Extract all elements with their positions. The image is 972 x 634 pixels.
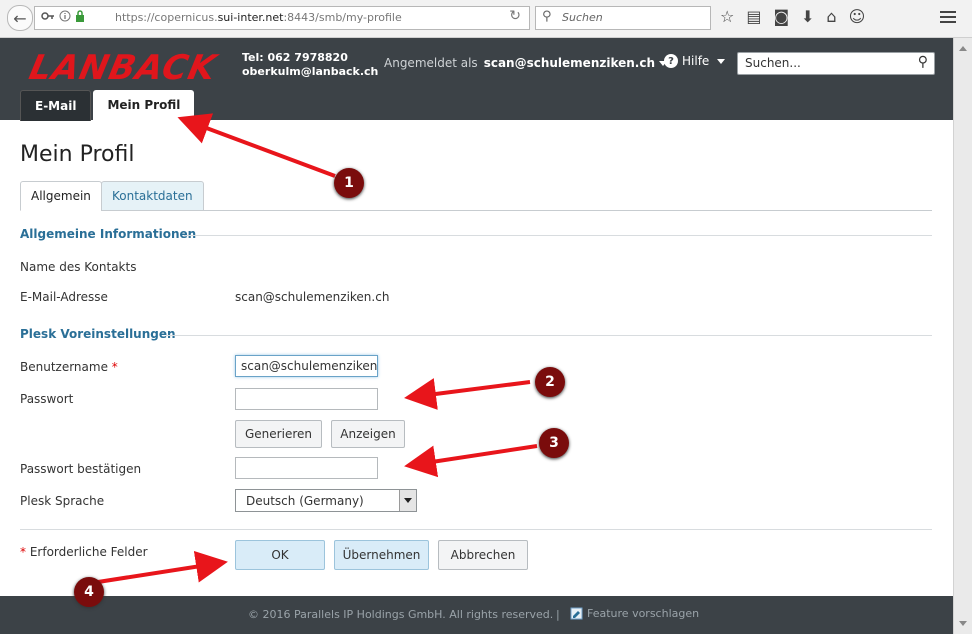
- section-divider: [166, 335, 932, 336]
- address-bar[interactable]: https://copernicus.sui-inter.net:8443/sm…: [34, 6, 530, 30]
- info-icon: [59, 10, 71, 22]
- section-title-general: Allgemeine Informationen: [20, 227, 197, 241]
- logged-in-label: Angemeldet als: [384, 56, 478, 70]
- password-field[interactable]: [235, 388, 378, 410]
- contact-info: Tel: 062 7978820 oberkulm@lanback.ch: [242, 51, 378, 79]
- annotation-marker-4: 4: [74, 577, 104, 607]
- back-button[interactable]: ←: [7, 5, 33, 31]
- download-icon[interactable]: ⬇: [801, 7, 814, 26]
- annotation-marker-3: 3: [539, 428, 569, 458]
- contact-email: oberkulm@lanback.ch: [242, 65, 379, 78]
- form-divider: [20, 529, 932, 530]
- key-icon: [41, 12, 54, 20]
- copyright-text: © 2016 Parallels IP Holdings GmbH. All r…: [248, 608, 554, 621]
- app-search-input[interactable]: Suchen... ⚲: [737, 52, 935, 75]
- tab-mein-profil[interactable]: Mein Profil: [93, 90, 195, 120]
- help-label: Hilfe: [682, 54, 710, 68]
- tab-email[interactable]: E-Mail: [20, 90, 92, 121]
- annotation-marker-2: 2: [535, 367, 565, 397]
- footer-separator: |: [556, 608, 560, 621]
- scroll-down-icon[interactable]: [959, 621, 967, 626]
- section-title-plesk: Plesk Voreinstellungen: [20, 327, 176, 341]
- cancel-button[interactable]: Abbrechen: [438, 540, 528, 570]
- annotation-arrow-2: [404, 378, 531, 410]
- annotation-arrow-1: [177, 113, 336, 178]
- browser-search-box[interactable]: ⚲ Suchen: [535, 6, 711, 30]
- smiley-icon[interactable]: ☺: [849, 7, 866, 26]
- email-label: E-Mail-Adresse: [20, 290, 108, 304]
- generate-button[interactable]: Generieren: [235, 420, 322, 448]
- url-text: https://copernicus.sui-inter.net:8443/sm…: [115, 11, 402, 24]
- logged-in-user[interactable]: scan@schulemenziken.ch: [484, 56, 655, 70]
- required-marker: *: [20, 545, 26, 559]
- browser-search-placeholder: Suchen: [562, 11, 603, 24]
- language-select[interactable]: Deutsch (Germany): [235, 489, 417, 512]
- reload-icon[interactable]: ↻: [509, 8, 521, 24]
- pocket-icon[interactable]: ◙: [773, 7, 789, 26]
- search-icon[interactable]: ⚲: [918, 54, 928, 70]
- search-icon: ⚲: [542, 9, 552, 24]
- ok-button[interactable]: OK: [235, 540, 325, 570]
- annotation-arrow-4: [97, 550, 228, 584]
- language-label: Plesk Sprache: [20, 494, 105, 508]
- chevron-down-icon: [717, 58, 726, 64]
- email-value: scan@schulemenziken.ch: [235, 290, 390, 304]
- required-fields-note: * Erforderliche Felder: [20, 545, 148, 559]
- menu-icon[interactable]: [940, 8, 956, 26]
- app-header: LANBACK Tel: 062 7978820 oberkulm@lanbac…: [0, 38, 953, 121]
- scroll-up-icon[interactable]: [959, 46, 967, 51]
- username-label: Benutzername *: [20, 360, 118, 374]
- language-selected-value: Deutsch (Germany): [246, 494, 364, 508]
- annotation-marker-1: 1: [334, 168, 364, 198]
- confirm-password-field[interactable]: [235, 457, 378, 479]
- tab-kontaktdaten[interactable]: Kontaktdaten: [101, 181, 204, 211]
- subtabs: Allgemein Kontaktdaten: [20, 181, 932, 211]
- show-password-button[interactable]: Anzeigen: [331, 420, 405, 448]
- feedback-icon: [570, 607, 583, 620]
- browser-toolbar: ← https://copernicus.sui-inter.net:8443/…: [0, 0, 972, 38]
- section-divider: [184, 235, 932, 236]
- annotation-arrow-3: [404, 444, 538, 478]
- help-menu[interactable]: ? Hilfe: [664, 54, 726, 68]
- apply-button[interactable]: Übernehmen: [334, 540, 429, 570]
- home-icon[interactable]: ⌂: [826, 7, 836, 26]
- feature-suggest-label: Feature vorschlagen: [587, 607, 700, 620]
- login-info[interactable]: Angemeldet als scan@schulemenziken.ch: [384, 56, 668, 70]
- username-field[interactable]: scan@schulemenziken.: [235, 355, 378, 377]
- confirm-password-label: Passwort bestätigen: [20, 462, 142, 476]
- reading-list-icon[interactable]: ▤: [746, 7, 761, 26]
- required-marker: *: [111, 360, 118, 374]
- tab-allgemein[interactable]: Allgemein: [20, 181, 102, 211]
- lock-icon: [76, 10, 84, 22]
- password-label: Passwort: [20, 392, 74, 406]
- app-search-placeholder: Suchen...: [745, 56, 801, 70]
- page-footer: © 2016 Parallels IP Holdings GmbH. All r…: [0, 596, 953, 634]
- contact-name-label: Name des Kontakts: [20, 260, 137, 274]
- help-icon: ?: [664, 54, 678, 68]
- page-title: Mein Profil: [20, 142, 135, 167]
- vertical-scrollbar[interactable]: [953, 38, 972, 634]
- contact-phone: Tel: 062 7978820: [242, 51, 348, 64]
- back-arrow-icon: ←: [13, 8, 27, 28]
- lanback-logo: LANBACK: [25, 48, 221, 88]
- feature-suggest-link[interactable]: Feature vorschlagen: [570, 607, 699, 620]
- bookmark-star-icon[interactable]: ☆: [720, 7, 734, 26]
- chevron-down-icon[interactable]: [399, 490, 416, 511]
